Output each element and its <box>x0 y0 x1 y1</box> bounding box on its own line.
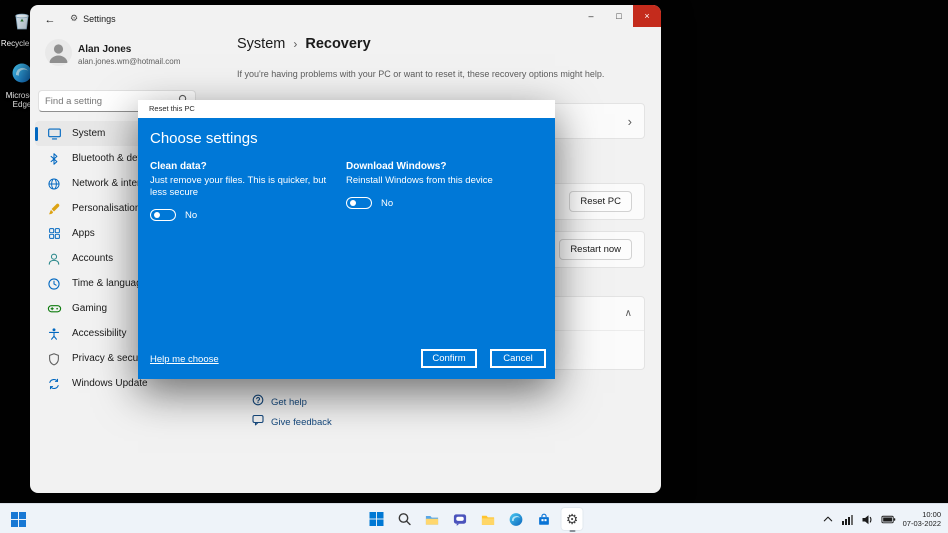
gear-icon: ⚙ <box>565 510 579 527</box>
user-name: Alan Jones <box>78 44 132 55</box>
toggle-knob <box>350 200 356 206</box>
toggle-state-label: No <box>185 209 198 221</box>
windows-logo-icon <box>369 512 383 526</box>
sidebar-item-label: Accounts <box>72 253 114 264</box>
search-icon <box>398 513 411 526</box>
store-bag-icon <box>539 513 549 525</box>
tray-time: 10:00 <box>922 510 941 519</box>
apps-grid-icon <box>46 226 62 242</box>
page-title: Recovery <box>305 36 371 52</box>
bluetooth-icon <box>46 151 62 167</box>
option-title: Download Windows? <box>346 161 447 172</box>
chat-button[interactable] <box>449 507 472 531</box>
clean-data-option: Clean data? Just remove your files. This… <box>150 161 333 221</box>
toggle-knob <box>154 212 160 218</box>
confirm-button[interactable]: Confirm <box>421 349 477 368</box>
folder-icon <box>481 515 495 525</box>
globe-icon <box>46 176 62 192</box>
breadcrumb-separator-icon: › <box>293 37 298 51</box>
breadcrumb: System › Recovery <box>237 36 371 52</box>
sidebar-item-label: Accessibility <box>72 328 127 339</box>
give-feedback-label: Give feedback <box>271 416 332 428</box>
volume-icon[interactable] <box>861 513 874 526</box>
desktop: Recycle Bin Microsoft Edge ← ⚙ Settings … <box>0 0 948 533</box>
restart-now-button[interactable]: Restart now <box>559 239 632 260</box>
reset-pc-dialog: Reset this PC Choose settings Clean data… <box>138 100 555 379</box>
user-email: alan.jones.wm@hotmail.com <box>78 57 181 66</box>
person-icon <box>46 251 62 267</box>
windows-logo-icon <box>10 511 26 527</box>
accessibility-icon <box>46 326 62 342</box>
start-button[interactable] <box>365 507 388 531</box>
clock-icon <box>46 276 62 292</box>
option-description: Reinstall Windows from this device <box>346 175 493 186</box>
settings-app-icon: ⚙ <box>70 13 79 23</box>
download-windows-toggle[interactable] <box>346 197 372 209</box>
brush-icon <box>46 201 62 217</box>
download-windows-option: Download Windows? Reinstall Windows from… <box>346 161 541 221</box>
tray-date: 07-03-2022 <box>902 519 941 528</box>
settings-app-button[interactable]: ⚙ <box>560 507 584 531</box>
option-description: Just remove your files. This is quicker,… <box>150 175 327 198</box>
start-button-left[interactable] <box>9 510 27 528</box>
system-tray: 10:00 07-03-2022 <box>822 504 943 533</box>
toggle-state-label: No <box>381 197 394 209</box>
sidebar-item-label: Gaming <box>72 303 108 314</box>
window-title: ⚙ Settings <box>70 13 116 24</box>
edge-icon <box>509 512 523 526</box>
folder-button[interactable] <box>477 507 500 531</box>
update-arrows-icon <box>46 376 62 392</box>
chevron-up-icon: ∧ <box>624 308 632 319</box>
cancel-button[interactable]: Cancel <box>490 349 546 368</box>
dialog-title: Reset this PC <box>138 100 555 118</box>
taskbar-center-icons: ⚙ <box>365 507 584 531</box>
file-explorer-icon <box>425 515 439 525</box>
clean-data-toggle[interactable] <box>150 209 176 221</box>
window-caption-buttons: – □ × <box>577 5 661 27</box>
dialog-heading: Choose settings <box>150 130 258 147</box>
sidebar-item-label: Apps <box>72 228 95 239</box>
network-signal-icon[interactable] <box>841 513 854 526</box>
taskbar: ⚙ 10:00 07-03-2022 <box>0 503 948 533</box>
sidebar-item-label: Personalisation <box>72 203 141 214</box>
tray-clock[interactable]: 10:00 07-03-2022 <box>903 510 943 528</box>
minimize-button[interactable]: – <box>577 5 605 27</box>
sidebar-item-label: Time & language <box>72 278 148 289</box>
system-icon <box>46 126 62 142</box>
sidebar-item-label: System <box>72 128 106 139</box>
gamepad-icon <box>46 301 62 317</box>
close-button[interactable]: × <box>633 5 661 27</box>
tray-chevron-up-icon[interactable] <box>822 513 834 525</box>
edge-browser-button[interactable] <box>505 507 528 531</box>
file-explorer-button[interactable] <box>421 507 444 531</box>
taskbar-search-button[interactable] <box>393 507 416 531</box>
page-subtitle: If you're having problems with your PC o… <box>237 69 605 79</box>
get-help-link[interactable]: Get help <box>252 393 307 411</box>
reset-pc-button[interactable]: Reset PC <box>569 191 632 212</box>
get-help-label: Get help <box>271 396 307 408</box>
give-feedback-link[interactable]: Give feedback <box>252 413 332 431</box>
option-title: Clean data? <box>150 161 207 172</box>
chevron-right-icon: › <box>627 113 632 129</box>
battery-icon[interactable] <box>881 513 896 526</box>
shield-icon <box>46 351 62 367</box>
feedback-bubble-icon <box>252 413 264 431</box>
help-me-choose-link[interactable]: Help me choose <box>150 354 219 365</box>
chat-bubble-icon <box>453 513 467 526</box>
back-button[interactable]: ← <box>38 9 62 31</box>
avatar[interactable] <box>45 39 72 66</box>
maximize-button[interactable]: □ <box>605 5 633 27</box>
help-circle-icon <box>252 393 264 411</box>
dialog-body: Choose settings Clean data? Just remove … <box>138 118 555 379</box>
store-button[interactable] <box>533 507 556 531</box>
sidebar-item-label: Windows Update <box>72 378 148 389</box>
breadcrumb-root[interactable]: System <box>237 36 285 52</box>
